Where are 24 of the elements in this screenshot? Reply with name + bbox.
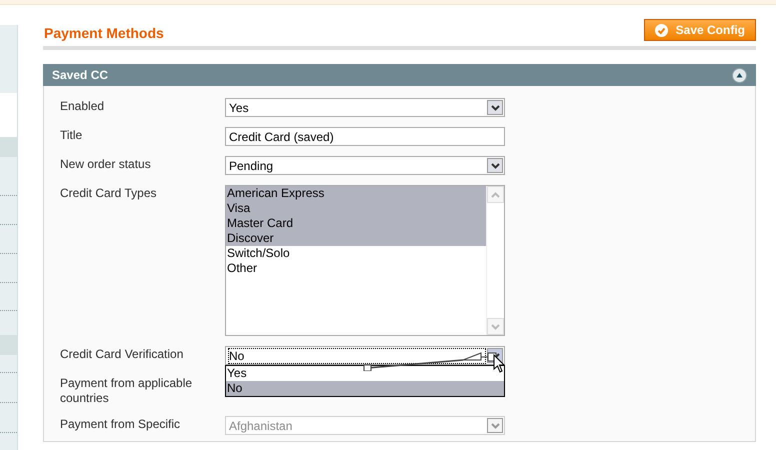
- field-label: Credit Card Verification: [60, 346, 184, 363]
- text-field[interactable]: Credit Card (saved): [225, 127, 505, 146]
- field-label: Credit Card Types: [60, 185, 158, 202]
- section-title: Saved CC: [52, 68, 108, 82]
- list-option[interactable]: Discover: [226, 231, 486, 246]
- section-header[interactable]: Saved CC: [43, 64, 756, 86]
- page-title: Payment Methods: [44, 25, 164, 41]
- dropdown-option[interactable]: No: [226, 381, 504, 396]
- select-field[interactable]: Pending: [225, 156, 505, 175]
- checkmark-icon: [654, 24, 668, 36]
- field-label: New order status: [60, 156, 152, 173]
- list-option[interactable]: Master Card: [226, 216, 486, 231]
- scroll-down-button[interactable]: [487, 318, 504, 335]
- select-field[interactable]: No: [225, 346, 505, 365]
- multiselect-list[interactable]: American Express Visa Master Card Discover Switch/Solo Other: [225, 185, 505, 336]
- select-field[interactable]: Yes: [225, 98, 505, 117]
- field-label: Payment from Specific: [60, 416, 182, 433]
- field-label: Title: [60, 127, 84, 144]
- field-label: Enabled: [60, 98, 106, 115]
- list-option[interactable]: Visa: [226, 201, 486, 216]
- collapse-icon[interactable]: [732, 68, 747, 82]
- list-option[interactable]: American Express: [226, 186, 486, 201]
- scroll-up-button[interactable]: [487, 186, 504, 203]
- field-label: Payment from applicable countries: [60, 375, 194, 406]
